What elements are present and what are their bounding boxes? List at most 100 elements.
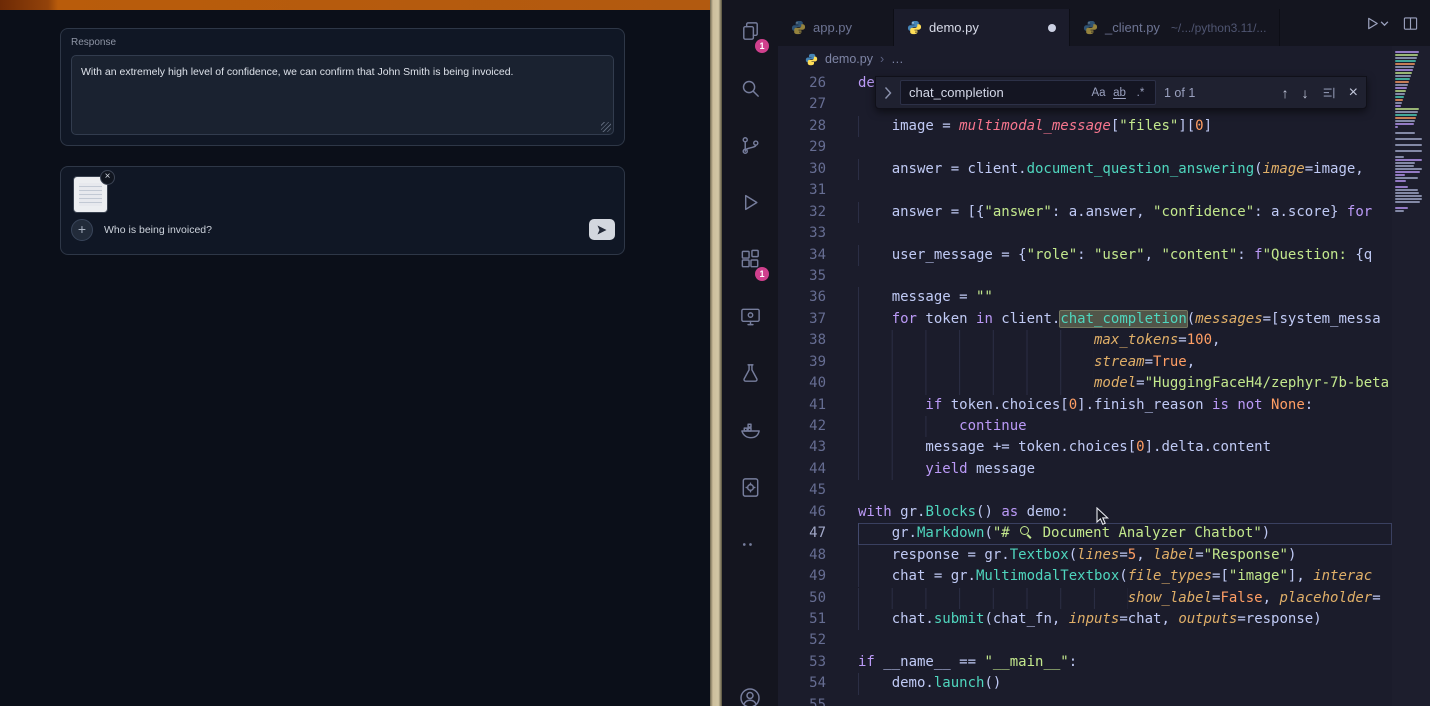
code-line[interactable]: 35	[778, 266, 1392, 287]
whole-word-toggle[interactable]: ab	[1109, 83, 1130, 102]
code-line[interactable]: 28image = multimodal_message["files"][0]	[778, 116, 1392, 137]
breadcrumb-more[interactable]: …	[891, 52, 904, 66]
line-number[interactable]: 32	[778, 202, 826, 223]
line-number[interactable]: 43	[778, 437, 826, 458]
line-number[interactable]: 46	[778, 502, 826, 523]
code-line[interactable]: 46with gr.Blocks() as demo:	[778, 502, 1392, 523]
find-previous-button[interactable]: ↑	[1282, 85, 1289, 101]
line-number[interactable]: 45	[778, 480, 826, 501]
line-number[interactable]: 34	[778, 245, 826, 266]
activity-docker[interactable]	[726, 409, 774, 456]
code-line[interactable]: 53if __name__ == "__main__":	[778, 652, 1392, 673]
code-line[interactable]: 36message = ""	[778, 287, 1392, 308]
code-line[interactable]: 38max_tokens=100,	[778, 330, 1392, 351]
code-line[interactable]: 39stream=True,	[778, 352, 1392, 373]
line-number[interactable]: 26	[778, 73, 826, 94]
minimap[interactable]	[1392, 46, 1430, 706]
code-line[interactable]: 37for token in client.chat_completion(me…	[778, 309, 1392, 330]
line-number[interactable]: 53	[778, 652, 826, 673]
find-expand-toggle[interactable]	[884, 86, 892, 100]
line-number[interactable]: 36	[778, 287, 826, 308]
tab-demo-py[interactable]: demo.py	[894, 9, 1070, 46]
code-line[interactable]: 52	[778, 630, 1392, 651]
find-close-button[interactable]: ×	[1349, 84, 1358, 102]
breadcrumb-file[interactable]: demo.py	[825, 52, 873, 66]
line-number[interactable]: 42	[778, 416, 826, 437]
python-file-icon	[907, 20, 922, 35]
match-case-toggle[interactable]: Aa	[1088, 83, 1109, 102]
code-line[interactable]: 51chat.submit(chat_fn, inputs=chat, outp…	[778, 609, 1392, 630]
line-number[interactable]: 41	[778, 395, 826, 416]
activity-source-control[interactable]	[726, 124, 774, 171]
code-line[interactable]: 41if token.choices[0].finish_reason is n…	[778, 395, 1392, 416]
code-line[interactable]: 30answer = client.document_question_answ…	[778, 159, 1392, 180]
code-line[interactable]: 50show_label=False, placeholder=	[778, 588, 1392, 609]
line-number[interactable]: 44	[778, 459, 826, 480]
line-number[interactable]: 49	[778, 566, 826, 587]
tab-app-py[interactable]: app.py	[778, 9, 894, 46]
find-input-box[interactable]: Aa ab .*	[900, 80, 1156, 105]
code-line[interactable]: 32answer = [{"answer": a.answer, "confid…	[778, 202, 1392, 223]
code-line[interactable]: 45	[778, 480, 1392, 501]
code-line[interactable]: 29	[778, 137, 1392, 158]
find-input[interactable]	[909, 85, 1088, 100]
line-number[interactable]: 48	[778, 545, 826, 566]
resize-grip-icon[interactable]	[601, 122, 611, 132]
code-line[interactable]: 47gr.Markdown("# Document Analyzer Chatb…	[778, 523, 1392, 544]
line-number[interactable]: 33	[778, 223, 826, 244]
activity-run-debug[interactable]	[726, 181, 774, 228]
activity-testing[interactable]	[726, 352, 774, 399]
line-number[interactable]: 54	[778, 673, 826, 694]
code-line[interactable]: 33	[778, 223, 1392, 244]
line-number[interactable]: 47	[778, 523, 826, 544]
line-number[interactable]: 30	[778, 159, 826, 180]
line-number[interactable]: 39	[778, 352, 826, 373]
activity-search[interactable]	[726, 67, 774, 114]
code-line[interactable]: 40model="HuggingFaceH4/zephyr-7b-beta	[778, 373, 1392, 394]
regex-toggle[interactable]: .*	[1130, 83, 1151, 102]
add-file-button[interactable]: +	[71, 219, 93, 241]
gradio-app-panel: Response With an extremely high level of…	[0, 0, 710, 706]
code-line[interactable]: 49chat = gr.MultimodalTextbox(file_types…	[778, 566, 1392, 587]
remove-attachment-button[interactable]: ×	[100, 170, 115, 185]
line-number[interactable]: 37	[778, 309, 826, 330]
line-number[interactable]: 29	[778, 137, 826, 158]
line-number[interactable]: 50	[778, 588, 826, 609]
line-number[interactable]: 35	[778, 266, 826, 287]
line-number[interactable]: 51	[778, 609, 826, 630]
line-number[interactable]: 27	[778, 94, 826, 115]
code-line[interactable]: 34user_message = {"role": "user", "conte…	[778, 245, 1392, 266]
split-editor-button[interactable]	[1403, 16, 1418, 31]
code-line[interactable]: 55	[778, 695, 1392, 706]
code-line[interactable]: 31	[778, 180, 1392, 201]
find-next-button[interactable]: ↓	[1302, 85, 1309, 101]
code-line[interactable]: 44yield message	[778, 459, 1392, 480]
docker-icon	[739, 419, 762, 447]
code-line[interactable]: 42continue	[778, 416, 1392, 437]
activity-account[interactable]	[722, 686, 778, 706]
activity-remote-explorer[interactable]	[726, 295, 774, 342]
line-number[interactable]: 52	[778, 630, 826, 651]
activity-explorer[interactable]: 1	[726, 10, 774, 57]
modified-dot-icon[interactable]	[1048, 24, 1056, 32]
send-button[interactable]	[589, 219, 615, 240]
line-number[interactable]: 40	[778, 373, 826, 394]
activity-more[interactable]	[726, 523, 774, 570]
code-line[interactable]: 43message += token.choices[0].delta.cont…	[778, 437, 1392, 458]
run-python-file-button[interactable]	[1365, 16, 1389, 31]
code-line[interactable]: 48response = gr.Textbox(lines=5, label="…	[778, 545, 1392, 566]
find-in-selection-button[interactable]	[1322, 86, 1336, 100]
line-number[interactable]: 28	[778, 116, 826, 137]
window-divider[interactable]	[710, 0, 722, 706]
chat-input[interactable]: Who is being invoiced?	[104, 224, 212, 236]
breadcrumb[interactable]: demo.py › …	[778, 46, 1392, 72]
line-number[interactable]: 55	[778, 695, 826, 706]
code-editor[interactable]: 26de2728image = multimodal_message["file…	[778, 72, 1392, 706]
activity-extensions[interactable]: 1	[726, 238, 774, 285]
tab-client-py[interactable]: _client.py ~/.../python3.11/...	[1070, 9, 1280, 46]
code-line[interactable]: 54demo.launch()	[778, 673, 1392, 694]
line-number[interactable]: 31	[778, 180, 826, 201]
line-number[interactable]: 38	[778, 330, 826, 351]
response-textarea[interactable]: With an extremely high level of confiden…	[71, 55, 614, 135]
activity-gear-file[interactable]	[726, 466, 774, 513]
